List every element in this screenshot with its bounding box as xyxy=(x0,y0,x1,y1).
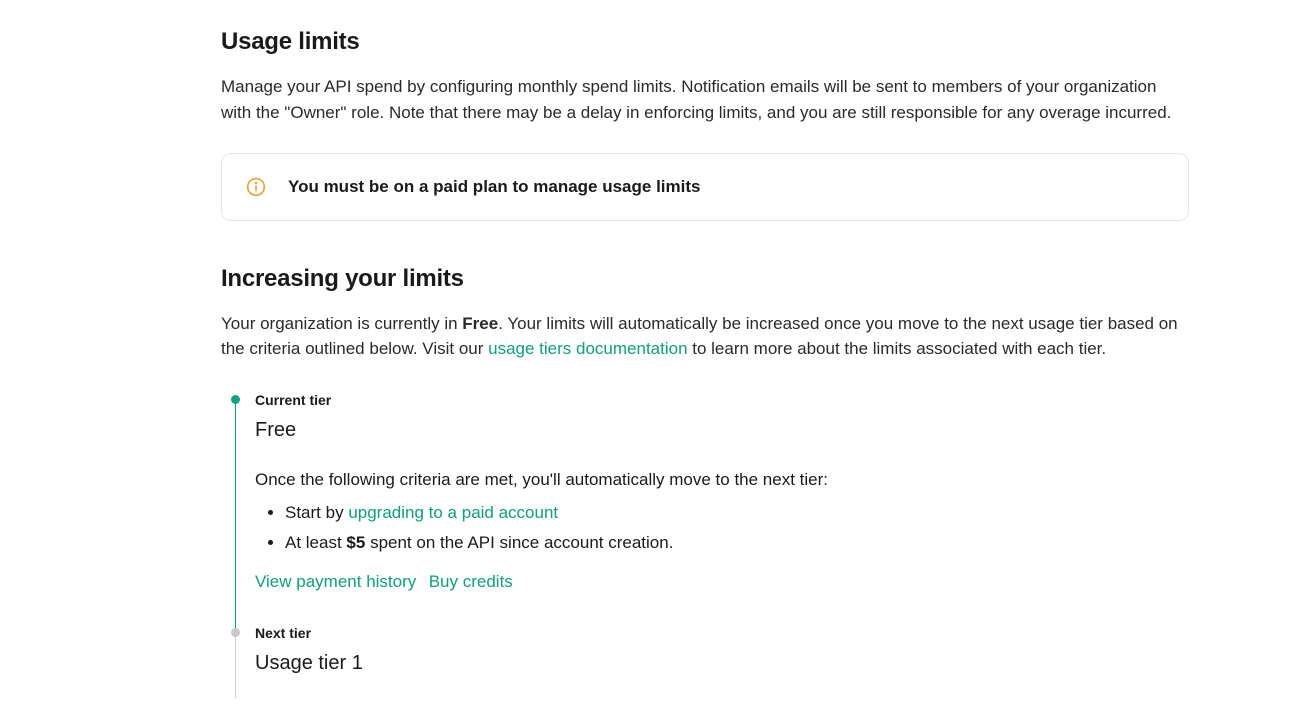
criteria-item-spend: At least $5 spent on the API since accou… xyxy=(285,528,1189,558)
criteria-list: Start by upgrading to a paid account At … xyxy=(255,498,1189,557)
view-payment-history-link[interactable]: View payment history xyxy=(255,572,416,591)
tier-action-links: View payment history Buy credits xyxy=(255,569,1189,595)
upgrade-account-link[interactable]: upgrading to a paid account xyxy=(348,503,558,522)
current-tier-name: Free xyxy=(255,415,1189,445)
buy-credits-link[interactable]: Buy credits xyxy=(429,572,513,591)
usage-limits-description: Manage your API spend by configuring mon… xyxy=(221,74,1189,125)
increasing-limits-description: Your organization is currently in Free. … xyxy=(221,311,1189,362)
usage-tiers-doc-link[interactable]: usage tiers documentation xyxy=(488,339,687,358)
criteria1-prefix: Start by xyxy=(285,503,348,522)
criteria2-prefix: At least xyxy=(285,533,346,552)
current-tier-item: Current tier Free Once the following cri… xyxy=(235,390,1189,624)
alert-text: You must be on a paid plan to manage usa… xyxy=(288,174,700,200)
current-tier-dot xyxy=(231,395,240,404)
current-tier-inline: Free xyxy=(462,314,498,333)
next-tier-label: Next tier xyxy=(255,623,1189,644)
criteria-item-upgrade: Start by upgrading to a paid account xyxy=(285,498,1189,528)
next-tier-name: Usage tier 1 xyxy=(255,648,1189,678)
desc-suffix: to learn more about the limits associate… xyxy=(688,339,1107,358)
increasing-limits-heading: Increasing your limits xyxy=(221,261,1189,297)
criteria-intro: Once the following criteria are met, you… xyxy=(255,467,1189,493)
info-icon xyxy=(246,177,266,197)
desc-prefix: Your organization is currently in xyxy=(221,314,462,333)
paid-plan-alert: You must be on a paid plan to manage usa… xyxy=(221,153,1189,221)
next-tier-item: Next tier Usage tier 1 xyxy=(235,623,1189,688)
current-tier-label: Current tier xyxy=(255,390,1189,411)
usage-limits-heading: Usage limits xyxy=(221,24,1189,60)
criteria2-amount: $5 xyxy=(346,533,365,552)
criteria2-suffix: spent on the API since account creation. xyxy=(365,533,673,552)
tier-timeline: Current tier Free Once the following cri… xyxy=(235,390,1189,689)
usage-limits-page: Usage limits Manage your API spend by co… xyxy=(119,0,1189,728)
next-tier-dot xyxy=(231,628,240,637)
